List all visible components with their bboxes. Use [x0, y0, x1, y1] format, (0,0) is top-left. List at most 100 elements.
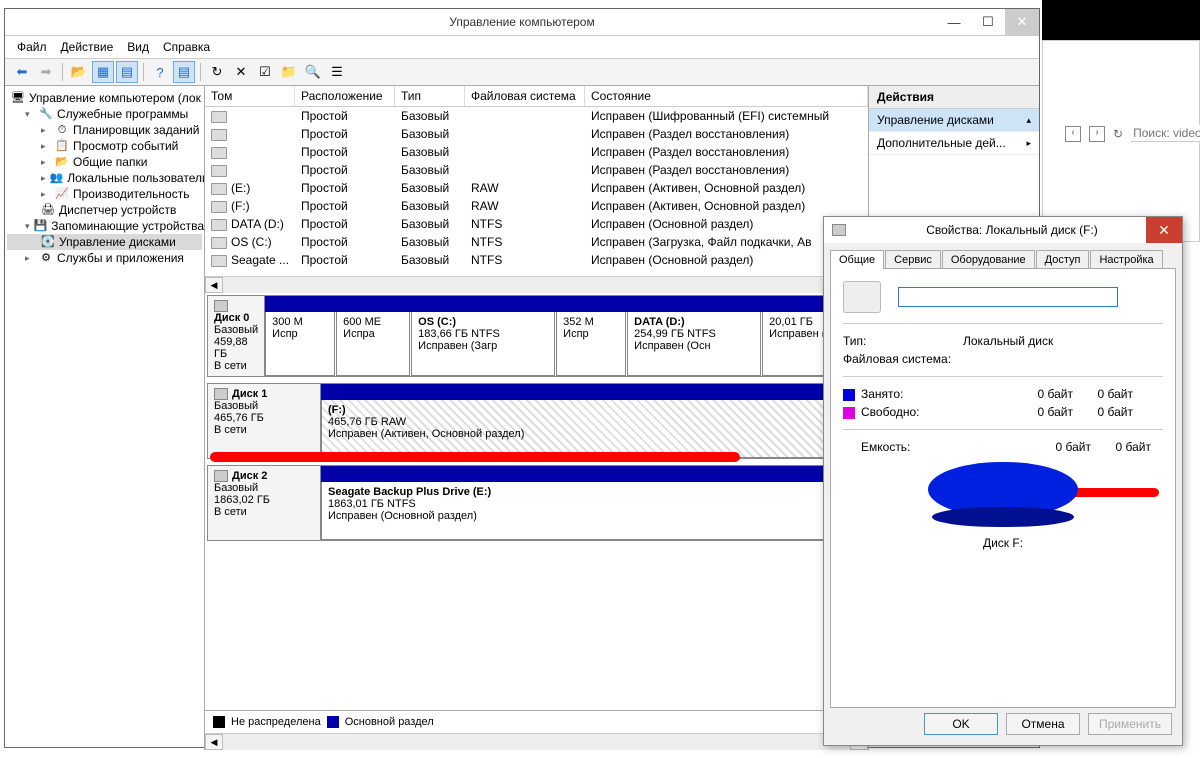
tab-customize[interactable]: Настройка [1090, 250, 1162, 269]
disk-1[interactable]: Диск 1 Базовый 465,76 ГБ В сети (F:) 465… [207, 383, 866, 459]
cancel-button[interactable]: Отмена [1006, 713, 1080, 735]
tree-event-viewer[interactable]: ▸📋Просмотр событий [7, 138, 202, 154]
refresh-tb-icon[interactable]: ↻ [206, 61, 228, 83]
col-status[interactable]: Состояние [585, 86, 868, 106]
tab-sharing[interactable]: Доступ [1036, 250, 1090, 269]
device-icon: 🖨 [41, 203, 55, 217]
partition-f[interactable]: (F:) 465,76 ГБ RAW Исправен (Активен, Ос… [321, 400, 865, 458]
volume-row[interactable]: ПростойБазовыйИсправен (Раздел восстанов… [205, 143, 868, 161]
disk-icon [214, 470, 228, 482]
nav-back-icon[interactable]: ⬅ [11, 61, 33, 83]
disk-0[interactable]: Диск 0 Базовый 459,88 ГБ В сети 300 МИсп… [207, 295, 866, 377]
help-icon[interactable]: ? [149, 61, 171, 83]
volume-row[interactable]: ПростойБазовыйИсправен (Раздел восстанов… [205, 161, 868, 179]
users-icon: 👥 [50, 171, 64, 185]
disk-1-stripe [321, 384, 865, 400]
partition-e[interactable]: Seagate Backup Plus Drive (E:) 1863,01 Г… [321, 482, 865, 540]
tree-performance[interactable]: ▸📈Производительность [7, 186, 202, 202]
volume-row[interactable]: ПростойБазовыйИсправен (Раздел восстанов… [205, 125, 868, 143]
ok-button[interactable]: OK [924, 713, 998, 735]
disk-icon: 💽 [41, 235, 55, 249]
view3-icon[interactable]: ▤ [173, 61, 195, 83]
folder-icon[interactable]: 📁 [278, 61, 300, 83]
view2-icon[interactable]: ▤ [116, 61, 138, 83]
type-label: Тип: [843, 334, 963, 348]
tree-local-users[interactable]: ▸👥Локальные пользователи [7, 170, 202, 186]
scroll-left-icon[interactable]: ◀ [205, 277, 223, 293]
menubar: Файл Действие Вид Справка [5, 36, 1039, 59]
partition[interactable]: OS (C:)183,66 ГБ NTFSИсправен (Загр [411, 312, 555, 376]
search-tb-icon[interactable]: 🔍 [302, 61, 324, 83]
titlebar[interactable]: Управление компьютером — ☐ ✕ [5, 9, 1039, 36]
partition[interactable]: 300 МИспр [265, 312, 335, 376]
tree-services-apps[interactable]: ▸⚙Службы и приложения [7, 250, 202, 266]
browser-fwd-icon[interactable]: › [1089, 126, 1105, 142]
props-icon[interactable]: ☑ [254, 61, 276, 83]
browser-search-input[interactable] [1131, 125, 1200, 142]
up-icon[interactable]: 📂 [68, 61, 90, 83]
volume-row[interactable]: DATA (D:)ПростойБазовыйNTFSИсправен (Осн… [205, 215, 868, 233]
props-close-button[interactable]: ✕ [1146, 217, 1182, 243]
disk-name-label: Диск F: [843, 536, 1163, 550]
free-color-swatch [843, 407, 855, 419]
scroll-left-icon[interactable]: ◀ [205, 734, 223, 750]
volume-row[interactable]: Seagate ...ПростойБазовыйNTFSИсправен (О… [205, 251, 868, 269]
menu-help[interactable]: Справка [163, 40, 210, 54]
maximize-button[interactable]: ☐ [971, 9, 1005, 35]
tree-storage[interactable]: ▾💾Запоминающие устройства [7, 218, 202, 234]
minimize-button[interactable]: — [937, 9, 971, 35]
col-layout[interactable]: Расположение [295, 86, 395, 106]
storage-icon: 💾 [34, 219, 48, 233]
browser-toolbar: ‹ › ↻ [1065, 125, 1200, 142]
delete-icon[interactable]: ✕ [230, 61, 252, 83]
nav-fwd-icon[interactable]: ➡ [35, 61, 57, 83]
list-tb-icon[interactable]: ☰ [326, 61, 348, 83]
tools-icon: 🔧 [39, 107, 53, 121]
tree-root[interactable]: 🖥Управление компьютером (лок [7, 90, 202, 106]
tab-general-panel: Тип:Локальный диск Файловая система: Зан… [830, 268, 1176, 708]
props-tabs: Общие Сервис Оборудование Доступ Настрой… [824, 243, 1182, 268]
tree-device-manager[interactable]: 🖨Диспетчер устройств [7, 202, 202, 218]
action-disk-mgmt[interactable]: Управление дисками▴ [869, 109, 1039, 132]
partition[interactable]: 600 МЕИспра [336, 312, 410, 376]
horizontal-scrollbar[interactable]: ◀ ▶ [205, 276, 868, 293]
disk-0-stripe [265, 296, 868, 312]
partition[interactable]: DATA (D:)254,99 ГБ NTFSИсправен (Осн [627, 312, 761, 376]
col-filesystem[interactable]: Файловая система [465, 86, 585, 106]
tree-shared-folders[interactable]: ▸📂Общие папки [7, 154, 202, 170]
volume-row[interactable]: OS (C:)ПростойБазовыйNTFSИсправен (Загру… [205, 233, 868, 251]
view1-icon[interactable]: ▦ [92, 61, 114, 83]
tree-task-scheduler[interactable]: ▸⏱Планировщик заданий [7, 122, 202, 138]
drive-large-icon [843, 281, 881, 313]
disk-2[interactable]: Диск 2 Базовый 1863,02 ГБ В сети Seagate… [207, 465, 866, 541]
col-volume[interactable]: Том [205, 86, 295, 106]
partition[interactable]: 352 МИспр [556, 312, 626, 376]
fs-label: Файловая система: [843, 352, 963, 366]
tab-service[interactable]: Сервис [885, 250, 941, 269]
legend-primary-label: Основной раздел [345, 716, 434, 728]
action-more[interactable]: Дополнительные дей...▸ [869, 132, 1039, 155]
refresh-icon[interactable]: ↻ [1113, 127, 1123, 141]
disk-0-info: Диск 0 Базовый 459,88 ГБ В сети [208, 296, 265, 376]
menu-action[interactable]: Действие [61, 40, 114, 54]
tab-general[interactable]: Общие [830, 250, 884, 269]
browser-back-icon[interactable]: ‹ [1065, 126, 1081, 142]
volume-label-input[interactable] [898, 287, 1118, 307]
col-type[interactable]: Тип [395, 86, 465, 106]
volume-row[interactable]: ПростойБазовыйИсправен (Шифрованный (EFI… [205, 107, 868, 125]
apply-button[interactable]: Применить [1088, 713, 1172, 735]
legend-primary-swatch [327, 716, 339, 728]
disk-icon [214, 388, 228, 400]
tab-hardware[interactable]: Оборудование [942, 250, 1035, 269]
collapse-icon: ▴ [1026, 115, 1031, 126]
close-button[interactable]: ✕ [1005, 9, 1039, 35]
horizontal-scrollbar-2[interactable]: ◀ ▶ [205, 733, 868, 750]
menu-file[interactable]: Файл [17, 40, 47, 54]
volume-row[interactable]: (F:)ПростойБазовыйRAWИсправен (Активен, … [205, 197, 868, 215]
volume-row[interactable]: (E:)ПростойБазовыйRAWИсправен (Активен, … [205, 179, 868, 197]
tree-system-tools[interactable]: ▾🔧Служебные программы [7, 106, 202, 122]
menu-view[interactable]: Вид [127, 40, 149, 54]
used-bytes2: 0 байт [1073, 387, 1133, 401]
props-titlebar[interactable]: Свойства: Локальный диск (F:) ✕ [824, 217, 1182, 243]
tree-disk-management[interactable]: 💽Управление дисками [7, 234, 202, 250]
